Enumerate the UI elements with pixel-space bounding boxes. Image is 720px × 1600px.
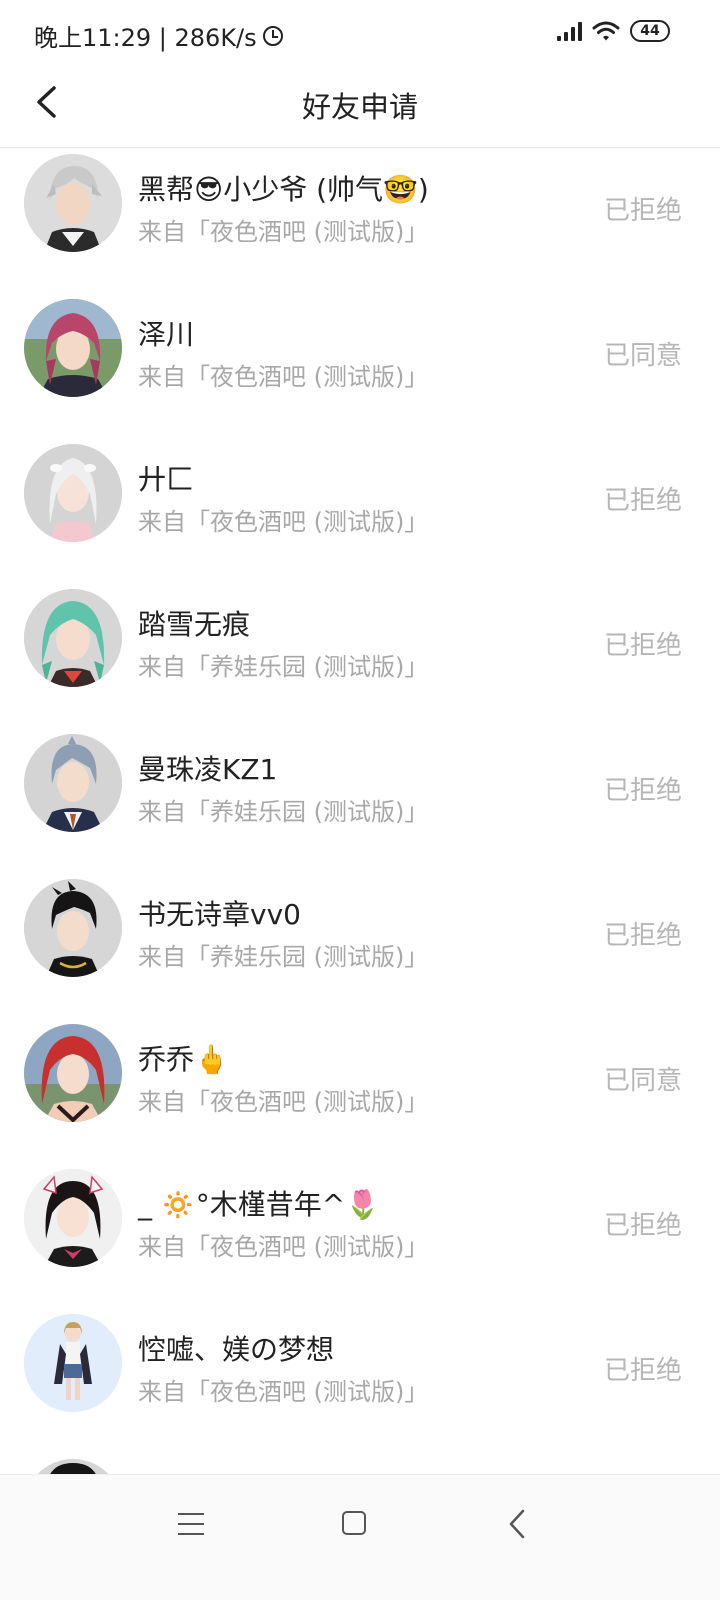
status-right: 44 <box>557 20 670 42</box>
status-left: 晚上11:29 | 286K/s <box>34 18 283 53</box>
status-bar: 晚上11:29 | 286K/s 44 <box>0 0 720 68</box>
menu-line-icon <box>178 1523 204 1525</box>
battery-level: 44 <box>640 23 660 39</box>
maid-avatar-icon <box>24 1169 122 1267</box>
friend-request-item[interactable]: 黑帮😎小少爷 (帅气🤓) 来自「夜色酒吧 (测试版)」 已拒绝 <box>0 154 720 299</box>
request-name: 泽川 <box>138 318 195 351</box>
request-source: 来自「夜色酒吧 (测试版)」 <box>138 218 429 246</box>
user-avatar[interactable] <box>24 1169 122 1267</box>
white-hair-avatar-icon <box>24 444 122 542</box>
friend-request-item[interactable]: 书无诗章vv0 来自「养娃乐园 (测试版)」 已拒绝 <box>0 879 720 1024</box>
recent-apps-button[interactable] <box>178 1513 204 1535</box>
request-status: 已拒绝 <box>603 776 682 806</box>
app-header: 好友申请 <box>0 68 720 148</box>
friend-request-item[interactable]: 廾匚 来自「夜色酒吧 (测试版)」 已拒绝 <box>0 444 720 589</box>
request-name: 踏雪无痕 <box>138 608 251 641</box>
request-name: 悾嘘、媄の梦想 <box>138 1333 335 1366</box>
wifi-icon <box>592 21 620 41</box>
blue-gray-hair-avatar-icon <box>24 734 122 832</box>
request-name: _ 🔅°木槿昔年^🌷 <box>138 1188 381 1221</box>
friend-request-item[interactable]: 泽川 来自「夜色酒吧 (测试版)」 已同意 <box>0 299 720 444</box>
request-status: 已拒绝 <box>603 1356 682 1386</box>
system-navigation-bar <box>0 1474 720 1600</box>
user-avatar[interactable] <box>24 1314 122 1412</box>
partial-avatar-icon <box>24 1459 122 1474</box>
cellular-signal-icon <box>557 21 582 41</box>
friend-request-item-partial[interactable] <box>0 1459 720 1474</box>
request-status: 已同意 <box>603 341 682 371</box>
friend-request-item[interactable]: 踏雪无痕 来自「养娃乐园 (测试版)」 已拒绝 <box>0 589 720 734</box>
user-avatar[interactable] <box>24 154 122 252</box>
request-status: 已拒绝 <box>603 196 682 226</box>
user-avatar[interactable] <box>24 444 122 542</box>
request-name: 黑帮😎小少爷 (帅气🤓) <box>138 173 429 206</box>
full-body-avatar-icon <box>24 1314 122 1412</box>
friend-request-list[interactable]: 黑帮😎小少爷 (帅气🤓) 来自「夜色酒吧 (测试版)」 已拒绝 泽川 来自「夜色… <box>0 148 720 1474</box>
request-name: 曼珠凌KZ1 <box>138 753 278 786</box>
request-source: 来自「夜色酒吧 (测试版)」 <box>138 1088 429 1116</box>
time-and-network-speed: 晚上11:29 | 286K/s <box>34 24 257 52</box>
nav-back-button[interactable] <box>506 1507 528 1541</box>
home-button[interactable] <box>342 1511 366 1535</box>
page-title: 好友申请 <box>301 90 418 124</box>
request-source: 来自「夜色酒吧 (测试版)」 <box>138 508 429 536</box>
request-source: 来自「夜色酒吧 (测试版)」 <box>138 1233 429 1261</box>
request-source: 来自「养娃乐园 (测试版)」 <box>138 798 429 826</box>
request-source: 来自「夜色酒吧 (测试版)」 <box>138 1378 429 1406</box>
user-avatar[interactable] <box>24 734 122 832</box>
friend-request-item[interactable]: 曼珠凌KZ1 来自「养娃乐园 (测试版)」 已拒绝 <box>0 734 720 879</box>
alarm-clock-icon <box>262 25 283 46</box>
user-avatar[interactable] <box>24 879 122 977</box>
request-status: 已同意 <box>603 1066 682 1096</box>
request-source: 来自「夜色酒吧 (测试版)」 <box>138 363 429 391</box>
request-status: 已拒绝 <box>603 921 682 951</box>
request-status: 已拒绝 <box>603 1211 682 1241</box>
user-avatar[interactable] <box>24 1024 122 1122</box>
request-status: 已拒绝 <box>603 486 682 516</box>
crimson-hair-avatar-icon <box>24 1024 122 1122</box>
battery-icon: 44 <box>630 20 670 42</box>
request-status: 已拒绝 <box>603 631 682 661</box>
user-avatar[interactable] <box>24 299 122 397</box>
teal-hair-avatar-icon <box>24 589 122 687</box>
request-name: 乔乔🖕 <box>138 1043 229 1076</box>
menu-line-icon <box>178 1533 204 1535</box>
request-name: 书无诗章vv0 <box>138 898 301 931</box>
user-avatar[interactable] <box>24 589 122 687</box>
black-hair-avatar-icon <box>24 879 122 977</box>
red-hair-avatar-icon <box>24 299 122 397</box>
silver-hair-avatar-icon <box>24 154 122 252</box>
friend-request-item[interactable]: 乔乔🖕 来自「夜色酒吧 (测试版)」 已同意 <box>0 1024 720 1169</box>
menu-line-icon <box>178 1513 204 1515</box>
friend-request-item[interactable]: _ 🔅°木槿昔年^🌷 来自「夜色酒吧 (测试版)」 已拒绝 <box>0 1169 720 1314</box>
user-avatar[interactable] <box>24 1459 122 1474</box>
friend-request-item[interactable]: 悾嘘、媄の梦想 来自「夜色酒吧 (测试版)」 已拒绝 <box>0 1314 720 1459</box>
request-source: 来自「养娃乐园 (测试版)」 <box>138 653 429 681</box>
request-name: 廾匚 <box>138 463 195 496</box>
request-source: 来自「养娃乐园 (测试版)」 <box>138 943 429 971</box>
